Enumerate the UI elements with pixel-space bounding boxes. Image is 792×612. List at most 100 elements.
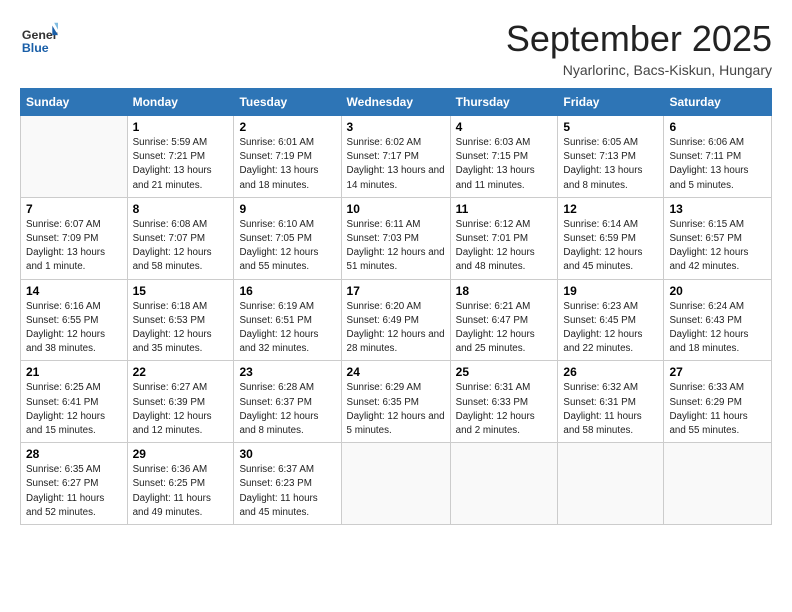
table-row: 1 Sunrise: 5:59 AM Sunset: 7:21 PM Daylig… (127, 116, 234, 198)
table-row: 8Sunrise: 6:08 AM Sunset: 7:07 PM Daylig… (127, 197, 234, 279)
table-row: 21Sunrise: 6:25 AM Sunset: 6:41 PM Dayli… (21, 361, 128, 443)
table-row: 16 Sunrise: 6:19 AM Sunset: 6:51 PM Dayli… (234, 279, 341, 361)
table-row: 29 Sunrise: 6:36 AM Sunset: 6:25 PM Dayli… (127, 443, 234, 525)
table-row: 15 Sunrise: 6:18 AM Sunset: 6:53 PM Dayli… (127, 279, 234, 361)
table-row: 11Sunrise: 6:12 AM Sunset: 7:01 PM Dayli… (450, 197, 558, 279)
day-number: 22 (133, 365, 229, 379)
day-info: Sunrise: 6:25 AM Sunset: 6:41 PM Dayligh… (26, 381, 122, 438)
day-number: 5 (563, 120, 658, 134)
day-number: 18 (456, 284, 553, 298)
table-row: 23Sunrise: 6:28 AM Sunset: 6:37 PM Dayli… (234, 361, 341, 443)
calendar-row: 14Sunrise: 6:16 AM Sunset: 6:55 PM Dayli… (21, 279, 772, 361)
day-info: Sunrise: 6:02 AM Sunset: 7:17 PM Dayligh… (347, 136, 445, 193)
calendar-table: Sunday Monday Tuesday Wednesday Thursday… (20, 88, 772, 525)
day-number: 29 (133, 447, 229, 461)
table-row: 18Sunrise: 6:21 AM Sunset: 6:47 PM Dayli… (450, 279, 558, 361)
svg-text:Blue: Blue (22, 41, 49, 55)
table-row (558, 443, 664, 525)
table-row: 26 Sunrise: 6:32 AM Sunset: 6:31 PM Dayli… (558, 361, 664, 443)
day-number: 16 (239, 284, 335, 298)
header: General Blue September 2025 Nyarlorinc, … (20, 18, 772, 78)
day-number: 25 (456, 365, 553, 379)
day-number: 4 (456, 120, 553, 134)
col-wednesday: Wednesday (341, 89, 450, 116)
day-info: Sunrise: 6:06 AM Sunset: 7:11 PM Dayligh… (669, 136, 766, 193)
day-info: Sunrise: 6:15 AM Sunset: 6:57 PM Dayligh… (669, 218, 766, 275)
day-number: 12 (563, 202, 658, 216)
header-row: Sunday Monday Tuesday Wednesday Thursday… (21, 89, 772, 116)
day-info: Sunrise: 5:59 AM Sunset: 7:21 PM Dayligh… (133, 136, 229, 193)
day-info: Sunrise: 6:08 AM Sunset: 7:07 PM Dayligh… (133, 218, 229, 275)
col-thursday: Thursday (450, 89, 558, 116)
day-number: 26 (563, 365, 658, 379)
col-sunday: Sunday (21, 89, 128, 116)
page: General Blue September 2025 Nyarlorinc, … (0, 0, 792, 535)
day-info: Sunrise: 6:29 AM Sunset: 6:35 PM Dayligh… (347, 381, 445, 438)
col-monday: Monday (127, 89, 234, 116)
day-info: Sunrise: 6:14 AM Sunset: 6:59 PM Dayligh… (563, 218, 658, 275)
col-tuesday: Tuesday (234, 89, 341, 116)
day-number: 15 (133, 284, 229, 298)
title-block: September 2025 Nyarlorinc, Bacs-Kiskun, … (506, 18, 772, 78)
day-info: Sunrise: 6:32 AM Sunset: 6:31 PM Dayligh… (563, 381, 658, 438)
day-number: 24 (347, 365, 445, 379)
day-info: Sunrise: 6:36 AM Sunset: 6:25 PM Dayligh… (133, 463, 229, 520)
day-info: Sunrise: 6:37 AM Sunset: 6:23 PM Dayligh… (239, 463, 335, 520)
day-number: 7 (26, 202, 122, 216)
table-row: 4 Sunrise: 6:03 AM Sunset: 7:15 PM Daylig… (450, 116, 558, 198)
day-info: Sunrise: 6:35 AM Sunset: 6:27 PM Dayligh… (26, 463, 122, 520)
day-info: Sunrise: 6:24 AM Sunset: 6:43 PM Dayligh… (669, 300, 766, 357)
table-row: 13 Sunrise: 6:15 AM Sunset: 6:57 PM Dayli… (664, 197, 772, 279)
table-row: 3Sunrise: 6:02 AM Sunset: 7:17 PM Daylig… (341, 116, 450, 198)
table-row: 6 Sunrise: 6:06 AM Sunset: 7:11 PM Daylig… (664, 116, 772, 198)
calendar-row: 7 Sunrise: 6:07 AM Sunset: 7:09 PM Daylig… (21, 197, 772, 279)
table-row: 27 Sunrise: 6:33 AM Sunset: 6:29 PM Dayli… (664, 361, 772, 443)
day-info: Sunrise: 6:01 AM Sunset: 7:19 PM Dayligh… (239, 136, 335, 193)
day-number: 20 (669, 284, 766, 298)
calendar-row: 28Sunrise: 6:35 AM Sunset: 6:27 PM Dayli… (21, 443, 772, 525)
day-info: Sunrise: 6:18 AM Sunset: 6:53 PM Dayligh… (133, 300, 229, 357)
day-number: 10 (347, 202, 445, 216)
table-row: 30 Sunrise: 6:37 AM Sunset: 6:23 PM Dayli… (234, 443, 341, 525)
day-info: Sunrise: 6:23 AM Sunset: 6:45 PM Dayligh… (563, 300, 658, 357)
day-info: Sunrise: 6:10 AM Sunset: 7:05 PM Dayligh… (239, 218, 335, 275)
day-number: 6 (669, 120, 766, 134)
day-number: 13 (669, 202, 766, 216)
table-row: 17Sunrise: 6:20 AM Sunset: 6:49 PM Dayli… (341, 279, 450, 361)
table-row: 10 Sunrise: 6:11 AM Sunset: 7:03 PM Dayli… (341, 197, 450, 279)
table-row: 24 Sunrise: 6:29 AM Sunset: 6:35 PM Dayli… (341, 361, 450, 443)
calendar-row: 21Sunrise: 6:25 AM Sunset: 6:41 PM Dayli… (21, 361, 772, 443)
day-number: 19 (563, 284, 658, 298)
table-row: 20 Sunrise: 6:24 AM Sunset: 6:43 PM Dayli… (664, 279, 772, 361)
day-info: Sunrise: 6:07 AM Sunset: 7:09 PM Dayligh… (26, 218, 122, 275)
day-number: 27 (669, 365, 766, 379)
day-number: 14 (26, 284, 122, 298)
table-row: 25Sunrise: 6:31 AM Sunset: 6:33 PM Dayli… (450, 361, 558, 443)
table-row: 9Sunrise: 6:10 AM Sunset: 7:05 PM Daylig… (234, 197, 341, 279)
table-row: 12 Sunrise: 6:14 AM Sunset: 6:59 PM Dayli… (558, 197, 664, 279)
logo: General Blue (20, 18, 62, 56)
table-row: 7 Sunrise: 6:07 AM Sunset: 7:09 PM Daylig… (21, 197, 128, 279)
day-number: 11 (456, 202, 553, 216)
table-row (21, 116, 128, 198)
table-row: 28Sunrise: 6:35 AM Sunset: 6:27 PM Dayli… (21, 443, 128, 525)
day-info: Sunrise: 6:19 AM Sunset: 6:51 PM Dayligh… (239, 300, 335, 357)
day-info: Sunrise: 6:05 AM Sunset: 7:13 PM Dayligh… (563, 136, 658, 193)
month-title: September 2025 (506, 18, 772, 60)
day-number: 30 (239, 447, 335, 461)
day-number: 23 (239, 365, 335, 379)
col-saturday: Saturday (664, 89, 772, 116)
table-row (341, 443, 450, 525)
day-number: 17 (347, 284, 445, 298)
calendar-row: 1 Sunrise: 5:59 AM Sunset: 7:21 PM Daylig… (21, 116, 772, 198)
day-number: 1 (133, 120, 229, 134)
table-row: 2 Sunrise: 6:01 AM Sunset: 7:19 PM Daylig… (234, 116, 341, 198)
day-number: 2 (239, 120, 335, 134)
day-info: Sunrise: 6:11 AM Sunset: 7:03 PM Dayligh… (347, 218, 445, 275)
day-info: Sunrise: 6:33 AM Sunset: 6:29 PM Dayligh… (669, 381, 766, 438)
col-friday: Friday (558, 89, 664, 116)
day-info: Sunrise: 6:03 AM Sunset: 7:15 PM Dayligh… (456, 136, 553, 193)
table-row: 14Sunrise: 6:16 AM Sunset: 6:55 PM Dayli… (21, 279, 128, 361)
day-info: Sunrise: 6:27 AM Sunset: 6:39 PM Dayligh… (133, 381, 229, 438)
table-row (664, 443, 772, 525)
